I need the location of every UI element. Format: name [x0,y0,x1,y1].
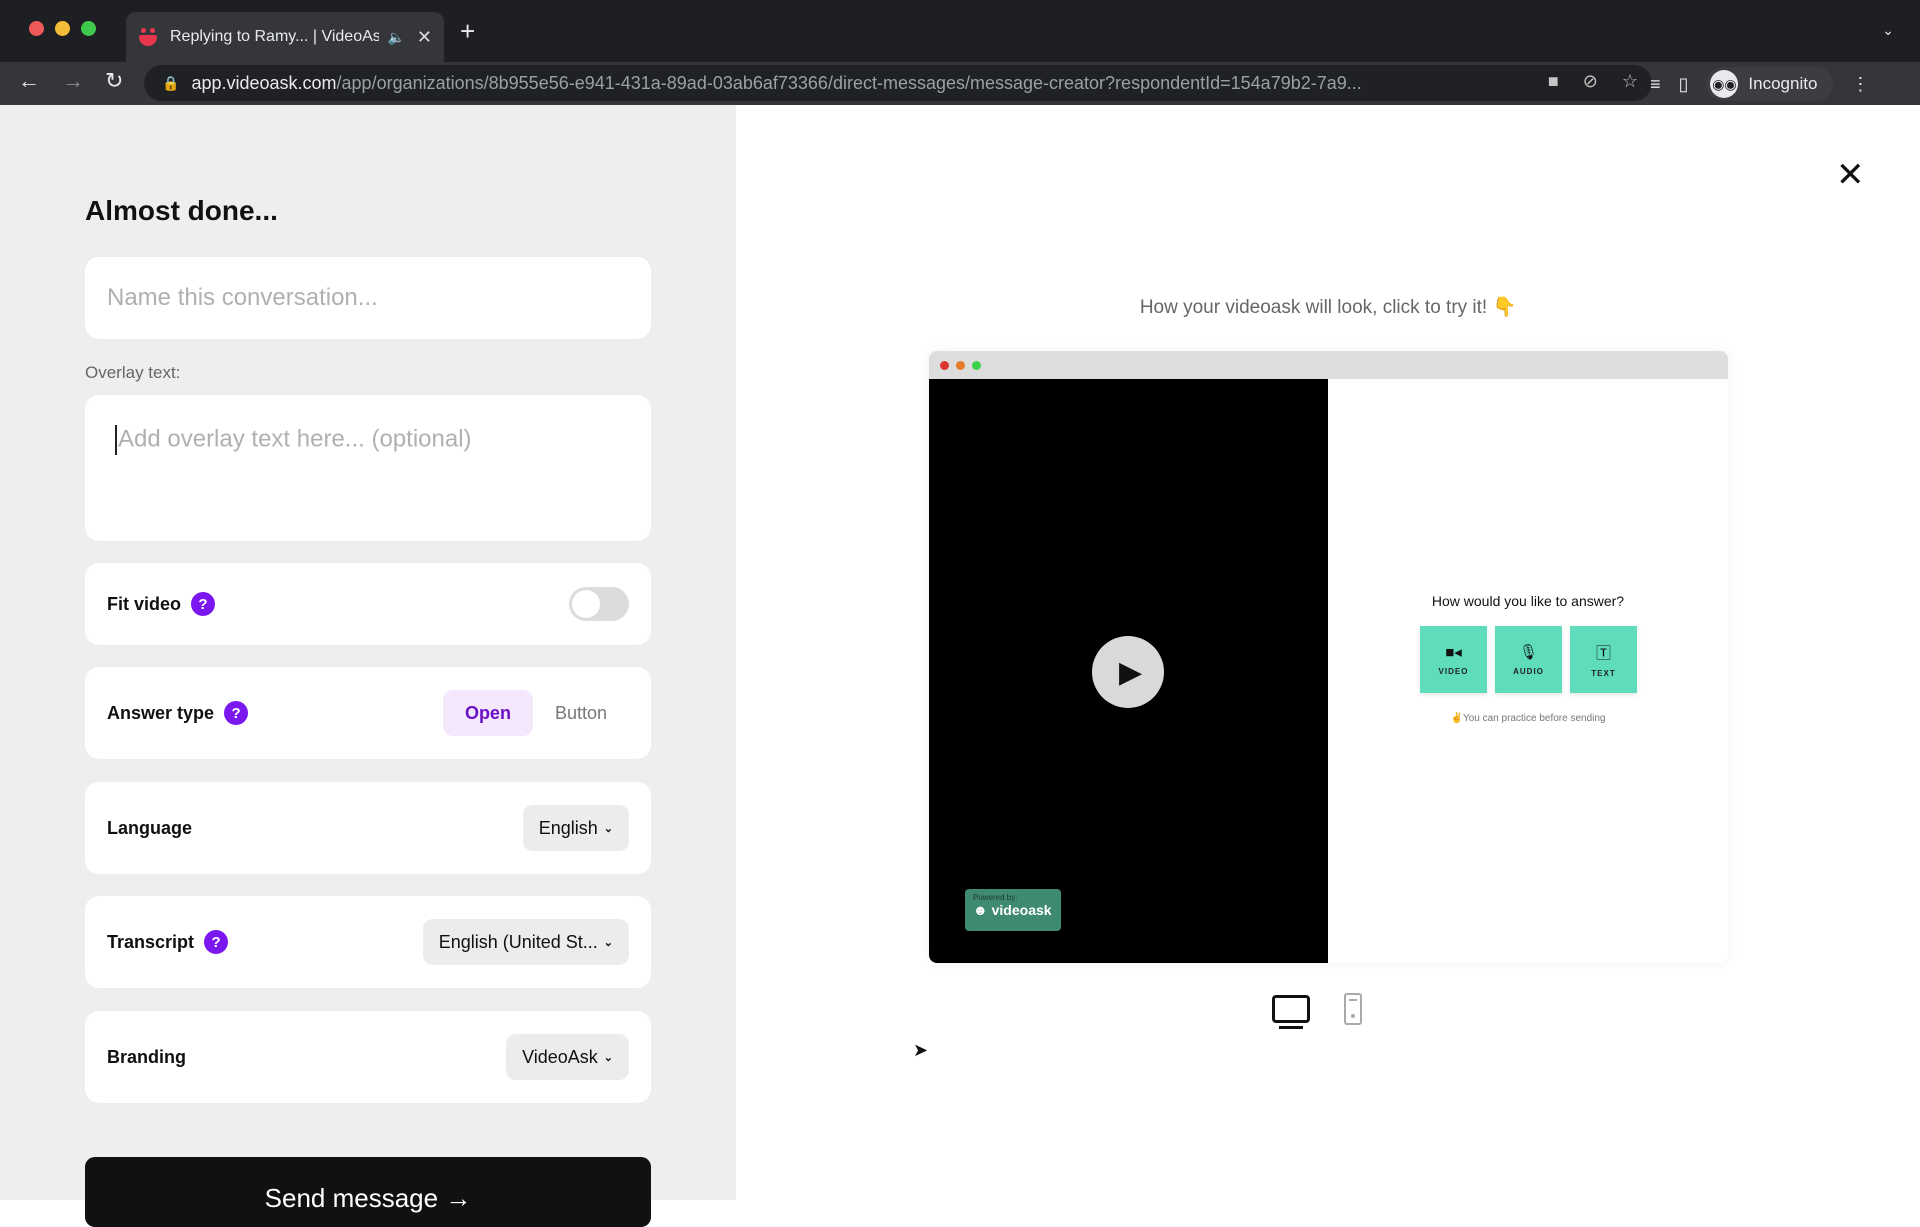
omnibox-icons: ■ ⊘ ☆ [1548,71,1638,92]
practice-note: ✌️You can practice before sending [1450,713,1606,724]
device-toggle [1272,993,1362,1029]
mobile-icon[interactable] [1344,993,1362,1025]
overlay-text-input[interactable]: Add overlay text here... (optional) [85,395,651,541]
answer-option-label: TEXT [1591,668,1616,678]
videoask-preview[interactable]: ▶ Powered by: ☻ videoask How would you l… [929,351,1728,963]
tab-close-icon[interactable]: ✕ [417,27,432,48]
powered-by-badge: Powered by: ☻ videoask [965,889,1061,931]
browser-chrome: Replying to Ramy... | VideoAsk 🔈 ✕ + ⌄ ←… [0,0,1920,105]
help-icon[interactable]: ? [224,701,249,725]
browser-toolbar: ← → ↻ 🔒 app.videoask.com /app/organizati… [0,62,1920,105]
tab-bar: Replying to Ramy... | VideoAsk 🔈 ✕ + ⌄ [0,0,1920,62]
powered-by-label: Powered by: [973,893,1018,902]
branding-row: Branding VideoAsk ⌄ [85,1011,651,1103]
answer-option-text[interactable]: 🅃 TEXT [1570,626,1637,693]
answer-prompt: How would you like to answer? [1431,593,1625,609]
answer-option-label: AUDIO [1513,667,1544,676]
fit-video-label: Fit video [107,593,182,614]
media-control-icon[interactable]: ≡ [1650,74,1661,95]
toolbar-right: ≡ ▯ ◉◉ Incognito ⋮ [1650,66,1869,102]
new-tab-button[interactable]: + [460,16,475,47]
mock-dot-green [972,361,981,370]
lock-icon[interactable]: 🔒 [162,75,179,92]
send-message-button[interactable]: Send message → [85,1157,651,1227]
preview-panel: ✕ How your videoask will look, click to … [736,105,1920,1200]
reload-icon[interactable]: ↻ [105,68,123,94]
powered-brand: videoask [991,902,1052,918]
language-label: Language [107,817,193,838]
overlay-placeholder: Add overlay text here... (optional) [118,425,472,453]
language-select[interactable]: English ⌄ [522,805,629,851]
transcript-label: Transcript [107,931,195,952]
answer-type-segmented-control: Open Button [442,690,629,736]
video-area[interactable]: ▶ Powered by: ☻ videoask [929,379,1328,963]
incognito-profile-button[interactable]: ◉◉ Incognito [1706,67,1834,101]
incognito-label: Incognito [1748,74,1818,93]
preview-caption: How your videoask will look, click to tr… [1139,297,1517,318]
forward-arrow-icon[interactable]: → [62,68,84,94]
answer-option-audio[interactable]: 🎙 AUDIO [1495,626,1562,693]
eye-off-icon[interactable]: ⊘ [1583,71,1598,92]
toggle-knob [572,590,600,618]
branding-value: VideoAsk [522,1046,598,1067]
incognito-icon: ◉◉ [1710,70,1739,98]
text-icon: 🅃 [1595,644,1611,662]
answer-type-row: Answer type ? Open Button [85,667,651,759]
tab-title: Replying to Ramy... | VideoAsk [170,28,380,45]
answer-option-video[interactable]: ■◂ VIDEO [1420,626,1487,693]
url-path: /app/organizations/8b955e56-e941-431a-89… [336,72,1362,93]
transcript-row: Transcript ? English (United St... ⌄ [85,896,651,988]
browser-tab[interactable]: Replying to Ramy... | VideoAsk 🔈 ✕ [126,12,444,62]
fit-video-row: Fit video ? [85,563,651,645]
message-settings-panel: Almost done... Name this conversation...… [0,105,736,1227]
videoask-favicon-icon [138,28,158,46]
address-bar[interactable]: 🔒 app.videoask.com /app/organizations/8b… [144,65,1652,101]
microphone-icon: 🎙 [1518,644,1539,661]
camera-icon[interactable]: ■ [1548,71,1559,92]
answer-type-open[interactable]: Open [442,690,533,736]
kebab-menu-icon[interactable]: ⋮ [1851,74,1869,95]
help-icon[interactable]: ? [204,930,229,954]
text-caret [115,425,117,455]
fit-video-toggle[interactable] [569,587,629,621]
mock-dot-orange [956,361,965,370]
branding-label: Branding [107,1046,186,1067]
overlay-text-label: Overlay text: [85,363,181,382]
answer-option-label: VIDEO [1438,667,1469,676]
mock-browser-bar [929,351,1728,379]
mouse-cursor-icon: ➤ [913,1040,929,1060]
language-row: Language English ⌄ [85,782,651,874]
answer-options: ■◂ VIDEO 🎙 AUDIO 🅃 TEXT [1420,626,1637,693]
tab-search-chevron-icon[interactable]: ⌄ [1882,22,1894,39]
close-icon[interactable]: ✕ [1836,155,1865,195]
side-panel-icon[interactable]: ▯ [1679,74,1689,95]
chevron-down-icon: ⌄ [603,936,613,949]
window-zoom-button[interactable] [81,21,96,36]
window-close-button[interactable] [29,21,44,36]
language-value: English [538,817,598,838]
video-camera-icon: ■◂ [1445,644,1462,661]
transcript-value: English (United St... [438,931,598,952]
window-minimize-button[interactable] [55,21,70,36]
branding-select[interactable]: VideoAsk ⌄ [506,1034,629,1080]
conversation-name-input[interactable]: Name this conversation... [85,257,651,339]
videoask-logo-icon: ☻ [973,902,992,918]
chevron-down-icon: ⌄ [603,822,613,835]
transcript-select[interactable]: English (United St... ⌄ [422,919,629,965]
chevron-down-icon: ⌄ [603,1051,613,1064]
answer-type-label: Answer type [107,702,215,723]
play-icon[interactable]: ▶ [1092,636,1164,708]
help-icon[interactable]: ? [191,592,216,616]
mock-dot-red [940,361,949,370]
answer-type-button[interactable]: Button [533,690,629,736]
star-icon[interactable]: ☆ [1622,71,1638,92]
url-host: app.videoask.com [191,72,337,93]
back-arrow-icon[interactable]: ← [18,68,40,94]
desktop-icon[interactable] [1272,995,1310,1029]
page-title: Almost done... [85,195,278,226]
speaker-icon[interactable]: 🔈 [387,29,404,46]
